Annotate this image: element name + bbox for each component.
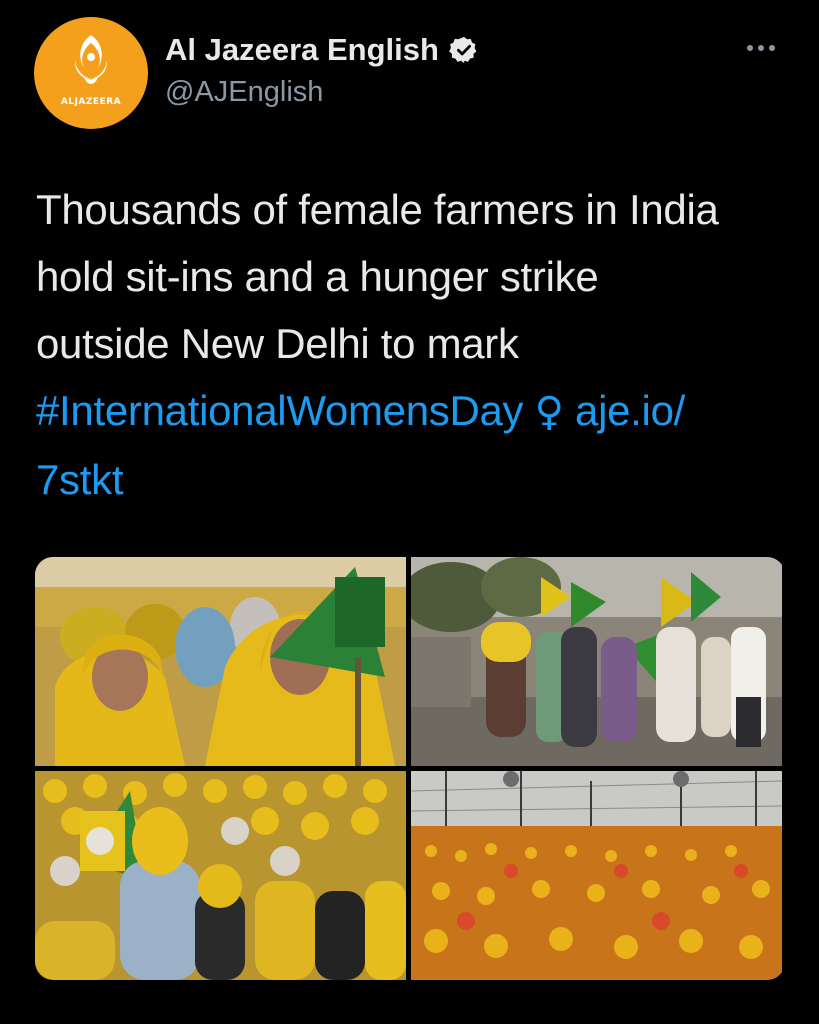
photo-crowd-under-tent[interactable] bbox=[411, 771, 782, 980]
tweet-line-3: outside New Delhi to mark bbox=[36, 320, 519, 367]
article-link-part-1[interactable]: aje.io/ bbox=[575, 387, 685, 434]
account-name[interactable]: Al Jazeera English bbox=[165, 32, 439, 68]
verified-badge-icon bbox=[449, 36, 477, 64]
tweet-line-2: hold sit-ins and a hunger strike bbox=[36, 253, 599, 300]
tweet-text: Thousands of female farmers in India hol… bbox=[36, 176, 796, 513]
article-link-part-2[interactable]: 7stkt bbox=[36, 446, 796, 513]
al-jazeera-logo-icon bbox=[75, 35, 107, 84]
hashtag-link[interactable]: #InternationalWomensDay bbox=[36, 387, 524, 434]
photo-women-marching-with-flags[interactable] bbox=[411, 557, 782, 766]
more-options-icon[interactable] bbox=[747, 45, 775, 51]
avatar-logo-text: ALJAZEERA bbox=[60, 97, 122, 107]
female-sign-emoji: ♀ bbox=[534, 389, 564, 435]
avatar[interactable]: ALJAZEERA bbox=[34, 17, 148, 129]
media-grid bbox=[35, 557, 785, 980]
account-handle[interactable]: @AJEnglish bbox=[165, 76, 323, 109]
account-name-row: Al Jazeera English bbox=[165, 32, 479, 68]
photo-women-in-yellow-scarves[interactable] bbox=[35, 557, 406, 766]
photo-seated-crowd-with-flag[interactable] bbox=[35, 771, 406, 980]
tweet-line-1: Thousands of female farmers in India bbox=[36, 186, 719, 233]
